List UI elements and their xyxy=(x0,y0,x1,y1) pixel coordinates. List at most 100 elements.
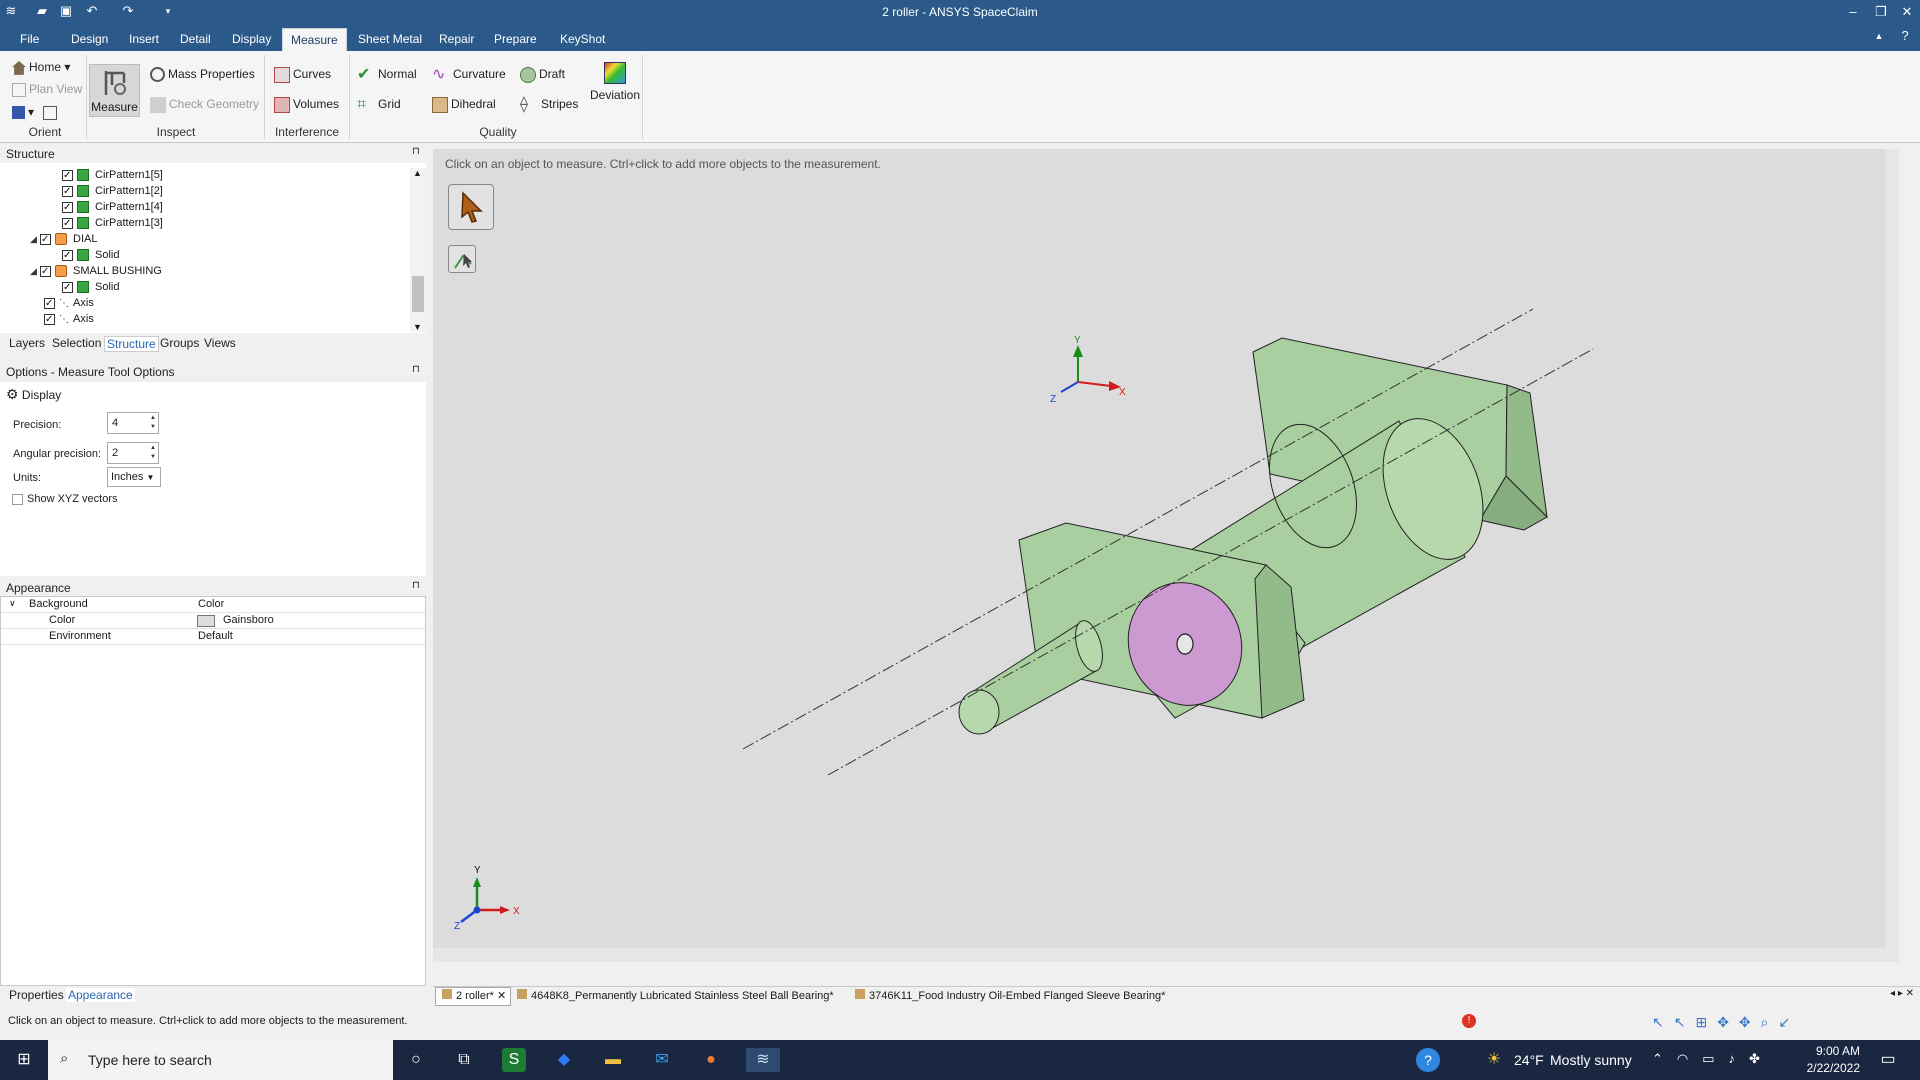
pin-icon[interactable]: ⊓ xyxy=(412,580,420,591)
visibility-checkbox[interactable] xyxy=(62,248,73,264)
tab-prepare[interactable]: Prepare xyxy=(486,28,545,51)
tab-structure[interactable]: Structure xyxy=(104,336,159,352)
appearance-header-row[interactable]: ∨ Background Color xyxy=(1,597,425,613)
visibility-checkbox[interactable] xyxy=(44,296,55,312)
tab-measure[interactable]: Measure xyxy=(282,28,347,51)
scroll-up-icon[interactable]: ▲ xyxy=(413,168,422,178)
appearance-row[interactable]: Environment Default xyxy=(1,629,425,645)
tree-item[interactable]: ◢DIAL xyxy=(30,231,97,248)
tree-item[interactable]: ⋱Axis xyxy=(44,311,94,328)
tab-views[interactable]: Views xyxy=(204,336,236,350)
pin-icon[interactable]: ⊓ xyxy=(412,364,420,375)
visibility-checkbox[interactable] xyxy=(44,312,55,328)
visibility-checkbox[interactable] xyxy=(62,216,73,232)
tab-repair[interactable]: Repair xyxy=(431,28,482,51)
precision-stepper[interactable]: 4 xyxy=(107,412,159,434)
weather-text[interactable]: Mostly sunny xyxy=(1550,1052,1632,1068)
tab-keyshot[interactable]: KeyShot xyxy=(552,28,613,51)
close-button[interactable]: ✕ xyxy=(1896,2,1918,22)
stripes-button[interactable]: ⟠ Stripes xyxy=(520,93,578,115)
tab-insert[interactable]: Insert xyxy=(121,28,167,51)
file-explorer-icon[interactable]: ▬ xyxy=(601,1048,625,1072)
doc-tab[interactable]: 3746K11_Food Industry Oil-Embed Flanged … xyxy=(855,988,1165,1005)
system-tray-icons[interactable]: ⌃◠▭♪✤ xyxy=(1652,1051,1774,1067)
cortana-icon[interactable]: ○ xyxy=(404,1048,428,1072)
tab-appearance[interactable]: Appearance xyxy=(66,988,135,1002)
windows-start-icon[interactable]: ⊞ xyxy=(12,1048,36,1072)
grid-button[interactable]: ⌗ Grid xyxy=(357,93,401,115)
volumes-button[interactable]: Volumes xyxy=(274,93,339,115)
visibility-checkbox[interactable] xyxy=(62,184,73,200)
pin-icon[interactable]: ⊓ xyxy=(412,146,420,157)
home-button[interactable]: Home ▾ xyxy=(12,56,70,78)
structure-scrollbar[interactable]: ▲ ▼ xyxy=(410,168,426,332)
normal-button[interactable]: ✔ Normal xyxy=(357,63,417,85)
plan-view-button[interactable]: Plan View xyxy=(12,78,82,100)
tree-item[interactable]: ⋱Axis xyxy=(44,295,94,312)
display-section[interactable]: ⚙ Display xyxy=(6,386,61,403)
dropbox-icon[interactable]: ◆ xyxy=(552,1048,576,1072)
draft-button[interactable]: Draft xyxy=(520,63,565,85)
view-cube-button[interactable]: ▾ xyxy=(12,101,60,123)
scroll-down-icon[interactable]: ▼ xyxy=(413,322,422,332)
show-xyz-checkbox[interactable] xyxy=(12,493,23,505)
expand-arrow-icon[interactable]: ∨ xyxy=(9,598,16,609)
error-icon[interactable]: ! xyxy=(1462,1014,1476,1028)
visibility-checkbox[interactable] xyxy=(62,280,73,296)
status-tool-icons[interactable]: ↖↖⊞✥✥⌕↙ xyxy=(1652,1014,1800,1031)
mail-icon[interactable]: ✉ xyxy=(650,1048,674,1072)
tree-item[interactable]: ◢SMALL BUSHING xyxy=(30,263,162,280)
tab-selection[interactable]: Selection xyxy=(52,336,101,350)
angular-precision-stepper[interactable]: 2 xyxy=(107,442,159,464)
tab-detail[interactable]: Detail xyxy=(172,28,219,51)
measure-button[interactable]: Measure xyxy=(89,64,140,117)
restore-button[interactable]: ❐ xyxy=(1870,2,1892,22)
mass-properties-button[interactable]: Mass Properties xyxy=(150,63,255,85)
collapse-ribbon-icon[interactable]: ▲ xyxy=(1868,26,1890,46)
spreadsheet-app-icon[interactable]: S xyxy=(502,1048,526,1072)
scrollbar-thumb[interactable] xyxy=(412,276,424,312)
curvature-button[interactable]: ∿ Curvature xyxy=(432,63,506,85)
color-swatch[interactable] xyxy=(197,615,215,627)
minimize-button[interactable]: – xyxy=(1842,2,1864,22)
weather-temp[interactable]: 24°F xyxy=(1514,1052,1544,1068)
tab-nav-arrows[interactable]: ◂ ▸ ✕ xyxy=(1890,988,1914,999)
deviation-button[interactable]: Deviation xyxy=(590,59,640,107)
tab-display[interactable]: Display xyxy=(224,28,279,51)
visibility-checkbox[interactable] xyxy=(40,232,51,248)
tab-sheet-metal[interactable]: Sheet Metal xyxy=(350,28,430,51)
tree-item[interactable]: CirPattern1[5] xyxy=(62,167,163,184)
taskbar-search[interactable]: ⌕ Type here to search xyxy=(48,1040,393,1080)
viewport-vscroll[interactable] xyxy=(1885,149,1899,962)
viewport-hscroll[interactable] xyxy=(433,948,1885,962)
tree-item[interactable]: Solid xyxy=(62,247,119,264)
collapse-arrow-icon[interactable]: ◢ xyxy=(30,231,40,247)
tab-properties[interactable]: Properties xyxy=(9,988,64,1002)
collapse-arrow-icon[interactable]: ◢ xyxy=(30,263,40,279)
show-xyz-vectors[interactable]: Show XYZ vectors xyxy=(12,493,117,505)
tab-layers[interactable]: Layers xyxy=(9,336,45,350)
firefox-icon[interactable]: ● xyxy=(699,1048,723,1072)
tab-file[interactable]: File xyxy=(12,28,47,51)
visibility-checkbox[interactable] xyxy=(62,168,73,184)
clock-date[interactable]: 2/22/2022 xyxy=(1800,1061,1860,1075)
dihedral-button[interactable]: Dihedral xyxy=(432,93,496,115)
3d-viewport[interactable]: Click on an object to measure. Ctrl+clic… xyxy=(433,149,1899,962)
close-tab-icon[interactable]: ✕ xyxy=(497,990,506,1002)
units-select[interactable]: Inches ▼ xyxy=(107,467,161,487)
tree-item[interactable]: CirPattern1[2] xyxy=(62,183,163,200)
tree-item[interactable]: Solid xyxy=(62,279,119,296)
tree-item[interactable]: CirPattern1[3] xyxy=(62,215,163,232)
doc-tab[interactable]: 4648K8_Permanently Lubricated Stainless … xyxy=(517,988,834,1005)
appearance-row[interactable]: Color Gainsboro xyxy=(1,613,425,629)
curves-button[interactable]: Curves xyxy=(274,63,331,85)
help-icon[interactable]: ? xyxy=(1894,26,1916,46)
spaceclaim-taskbar-icon[interactable]: ≋ xyxy=(746,1048,780,1072)
notification-icon[interactable]: ▭ xyxy=(1876,1048,1900,1072)
check-geometry-button[interactable]: Check Geometry xyxy=(150,93,259,115)
tab-design[interactable]: Design xyxy=(63,28,116,51)
visibility-checkbox[interactable] xyxy=(40,264,51,280)
task-view-icon[interactable]: ⧉ xyxy=(452,1048,476,1072)
clock-time[interactable]: 9:00 AM xyxy=(1800,1044,1860,1058)
doc-tab-active[interactable]: 2 roller* ✕ xyxy=(435,987,511,1006)
